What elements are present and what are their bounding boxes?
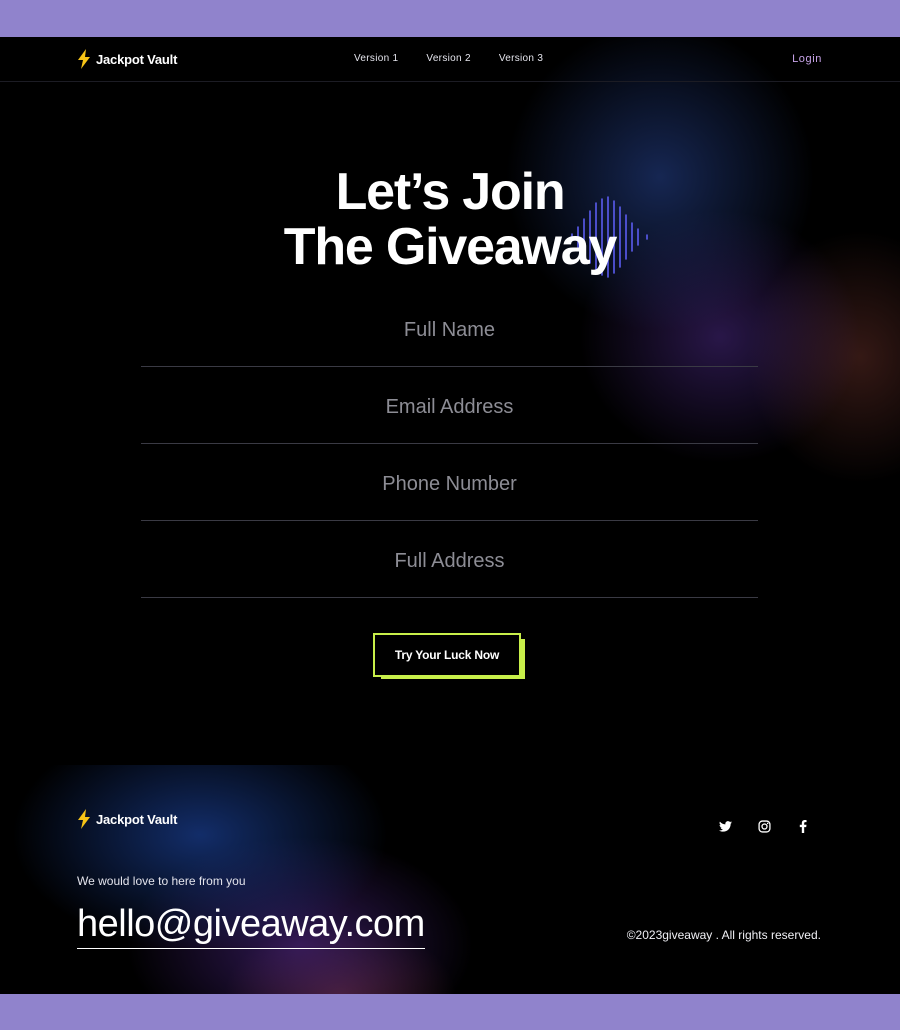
copyright-text: ©2023giveaway . All rights reserved. [626,928,821,942]
brand-name: Jackpot Vault [96,51,178,67]
giveaway-form [141,290,758,599]
try-your-luck-button[interactable]: Try Your Luck Now [373,633,521,677]
login-link[interactable]: Login [792,53,822,65]
nav-link-version-2[interactable]: Version 2 [426,53,470,64]
top-nav: Jackpot Vault Version 1 Version 2 Versio… [0,37,900,82]
hero-title: Let’s Join The Giveaway [0,165,900,275]
field-email-address [141,367,758,445]
page: Jackpot Vault Version 1 Version 2 Versio… [0,37,900,994]
lightning-bolt-icon [77,809,91,829]
footer: Jackpot Vault We would love to here from… [0,765,900,994]
nav-link-version-1[interactable]: Version 1 [354,53,398,64]
full-address-input[interactable] [141,521,758,599]
facebook-icon[interactable] [796,819,810,833]
footer-brand-name: Jackpot Vault [96,811,178,827]
instagram-icon[interactable] [757,819,771,833]
footer-brand-logo[interactable]: Jackpot Vault [77,809,177,829]
field-full-name [141,290,758,368]
hero-title-line-1: Let’s Join [335,163,566,221]
nav-links: Version 1 Version 2 Version 3 [354,53,543,64]
footer-tagline: We would love to here from you [77,874,246,888]
email-address-input[interactable] [141,367,758,445]
field-full-address [141,521,758,599]
lightning-bolt-icon [77,49,91,69]
cta-wrapper: Try Your Luck Now [373,633,525,679]
hero-title-line-2: The Giveaway [283,218,618,276]
full-name-input[interactable] [141,290,758,368]
contact-email-link[interactable]: hello@giveaway.com [77,901,425,949]
field-phone-number [141,444,758,522]
twitter-icon[interactable] [718,819,732,833]
nav-link-version-3[interactable]: Version 3 [499,53,543,64]
phone-number-input[interactable] [141,444,758,522]
social-links [718,819,810,833]
brand-logo[interactable]: Jackpot Vault [77,49,177,69]
